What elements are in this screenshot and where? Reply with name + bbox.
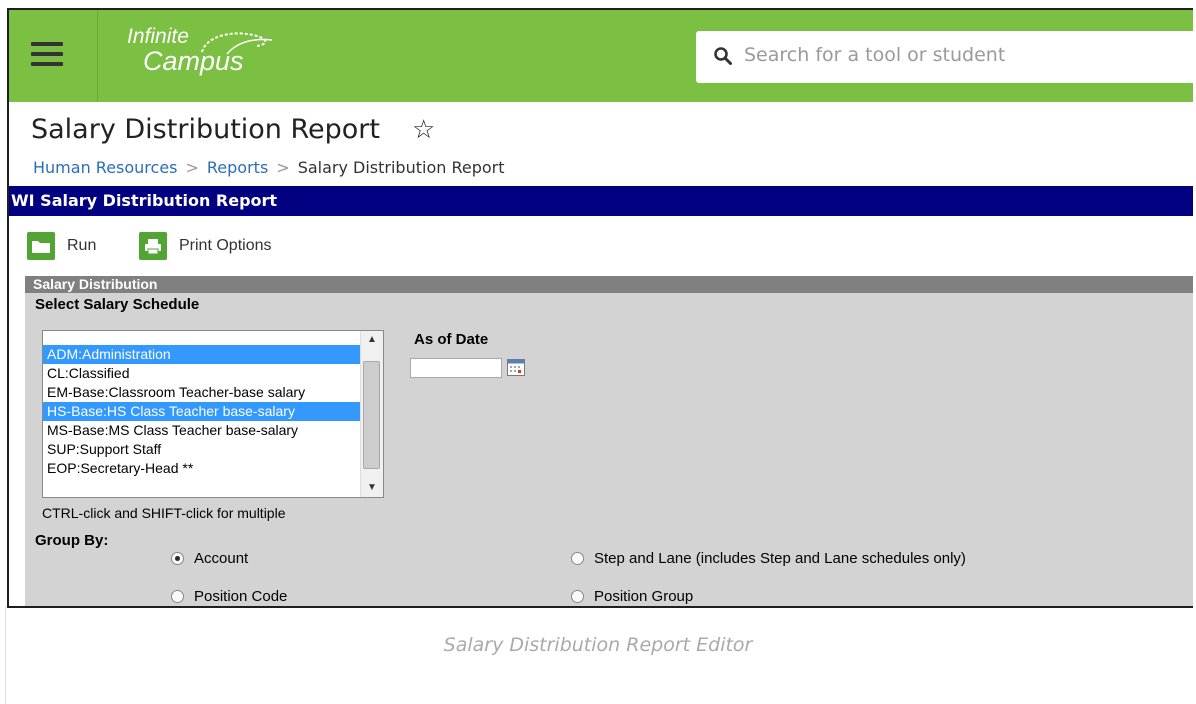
radio-position-code-label: Position Code xyxy=(194,588,288,605)
breadcrumb-human-resources[interactable]: Human Resources xyxy=(33,158,178,177)
run-button[interactable]: Run xyxy=(27,232,96,260)
print-options-label: Print Options xyxy=(179,237,272,254)
breadcrumb-current: Salary Distribution Report xyxy=(297,158,505,177)
section-title: Salary Distribution xyxy=(25,276,1193,293)
schedule-option[interactable]: HS-Base:HS Class Teacher base-salary xyxy=(43,402,361,421)
chevron-right-icon: > xyxy=(185,158,199,177)
multi-select-hint: CTRL-click and SHIFT-click for multiple xyxy=(42,505,286,521)
radio-account[interactable] xyxy=(171,552,184,565)
scroll-up-icon[interactable]: ▲ xyxy=(361,331,383,349)
schedule-option[interactable]: SUP:Support Staff xyxy=(43,440,361,459)
print-options-button[interactable]: Print Options xyxy=(139,232,271,260)
group-by-position-code[interactable]: Position Code xyxy=(171,588,287,605)
salary-schedule-list[interactable]: ADM:Administration CL:Classified EM-Base:C… xyxy=(42,330,384,498)
scroll-down-icon[interactable]: ▼ xyxy=(361,479,383,497)
app-window: Infinite Campus Salary Distribution Repo… xyxy=(7,8,1193,608)
group-by-label: Group By: xyxy=(35,532,109,549)
search-icon xyxy=(714,47,732,65)
group-by-position-group[interactable]: Position Group xyxy=(571,588,693,605)
page-title: Salary Distribution Report xyxy=(31,114,380,145)
as-of-date-input[interactable] xyxy=(410,358,502,378)
infinite-campus-logo[interactable]: Infinite Campus xyxy=(127,26,273,75)
as-of-date-label: As of Date xyxy=(414,331,489,348)
menu-icon[interactable] xyxy=(31,42,63,70)
chevron-right-icon: > xyxy=(276,158,290,177)
favorite-star-icon[interactable]: ☆ xyxy=(412,114,435,145)
schedule-option[interactable]: EM-Base:Classroom Teacher-base salary xyxy=(43,383,361,402)
breadcrumb-reports[interactable]: Reports xyxy=(207,158,268,177)
radio-position-code[interactable] xyxy=(171,590,184,603)
figure-caption: Salary Distribution Report Editor xyxy=(443,634,753,656)
run-label: Run xyxy=(67,237,97,254)
search-box[interactable] xyxy=(696,31,1193,83)
radio-step-and-lane[interactable] xyxy=(571,552,584,565)
salary-distribution-panel: Salary Distribution Select Salary Schedu… xyxy=(25,276,1193,606)
schedule-label: Select Salary Schedule xyxy=(35,296,200,313)
calendar-icon[interactable] xyxy=(507,359,525,376)
radio-account-label: Account xyxy=(194,550,249,567)
report-header: WI Salary Distribution Report xyxy=(9,186,1193,216)
group-by-step-and-lane[interactable]: Step and Lane (includes Step and Lane sc… xyxy=(571,550,966,567)
schedule-option[interactable]: EOP:Secretary-Head ** xyxy=(43,459,361,478)
list-scrollbar[interactable]: ▲ ▼ xyxy=(360,331,383,497)
group-by-account[interactable]: Account xyxy=(171,550,248,567)
schedule-option[interactable]: ADM:Administration xyxy=(43,345,361,364)
radio-position-group[interactable] xyxy=(571,590,584,603)
schedule-option[interactable]: MS-Base:MS Class Teacher base-salary xyxy=(43,421,361,440)
folder-icon xyxy=(27,232,55,260)
radio-position-group-label: Position Group xyxy=(594,588,694,605)
page-header: Salary Distribution Report ☆ Human Resou… xyxy=(9,102,1193,186)
logo-divider xyxy=(97,10,98,102)
logo-swoosh-icon xyxy=(201,32,273,55)
radio-step-and-lane-label: Step and Lane (includes Step and Lane sc… xyxy=(594,550,966,567)
search-input[interactable] xyxy=(742,43,1146,67)
printer-icon xyxy=(139,232,167,260)
scroll-thumb[interactable] xyxy=(363,361,380,469)
schedule-option[interactable]: CL:Classified xyxy=(43,364,361,383)
action-toolbar: Run Print Options xyxy=(9,216,1193,276)
breadcrumb: Human Resources > Reports > Salary Distribut… xyxy=(33,158,505,177)
top-bar: Infinite Campus xyxy=(9,10,1193,102)
